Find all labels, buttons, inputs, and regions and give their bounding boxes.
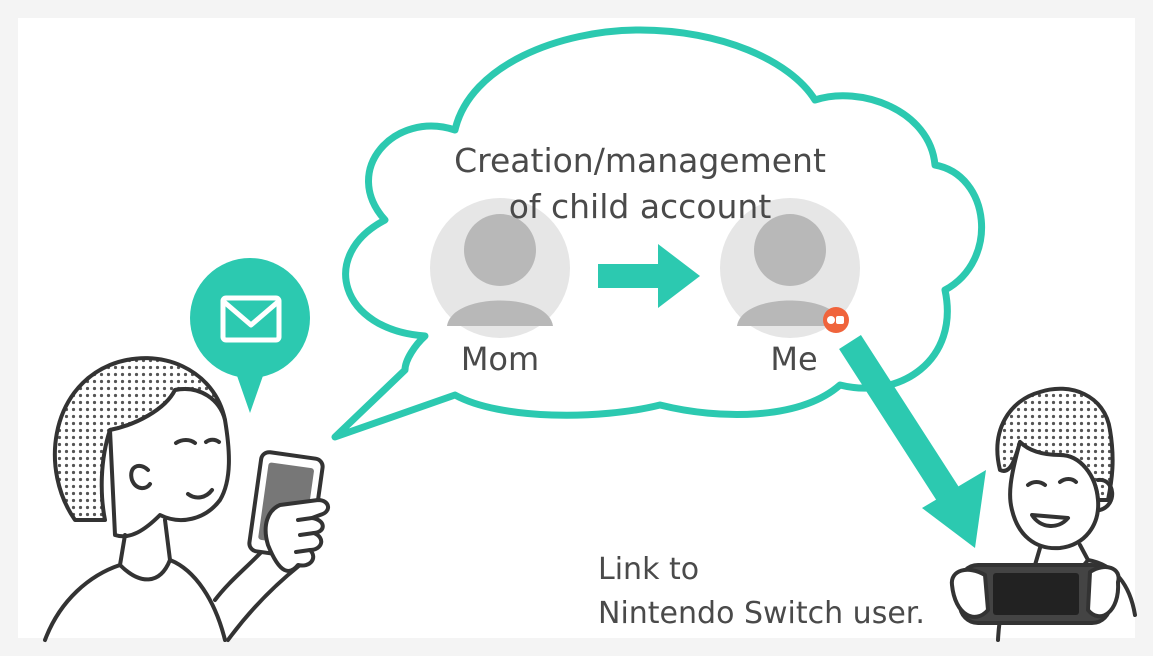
cloud-title: Creation/management of child account (454, 141, 826, 226)
link-caption: Link to Nintendo Switch user. (598, 552, 925, 631)
diagram-art (18, 18, 1137, 642)
me-account-label: Me (770, 340, 818, 378)
diagram-canvas: Creation/management of child account Mom… (0, 0, 1153, 656)
child-account-badge-icon (823, 307, 849, 333)
mom-account-label: Mom (460, 340, 540, 378)
